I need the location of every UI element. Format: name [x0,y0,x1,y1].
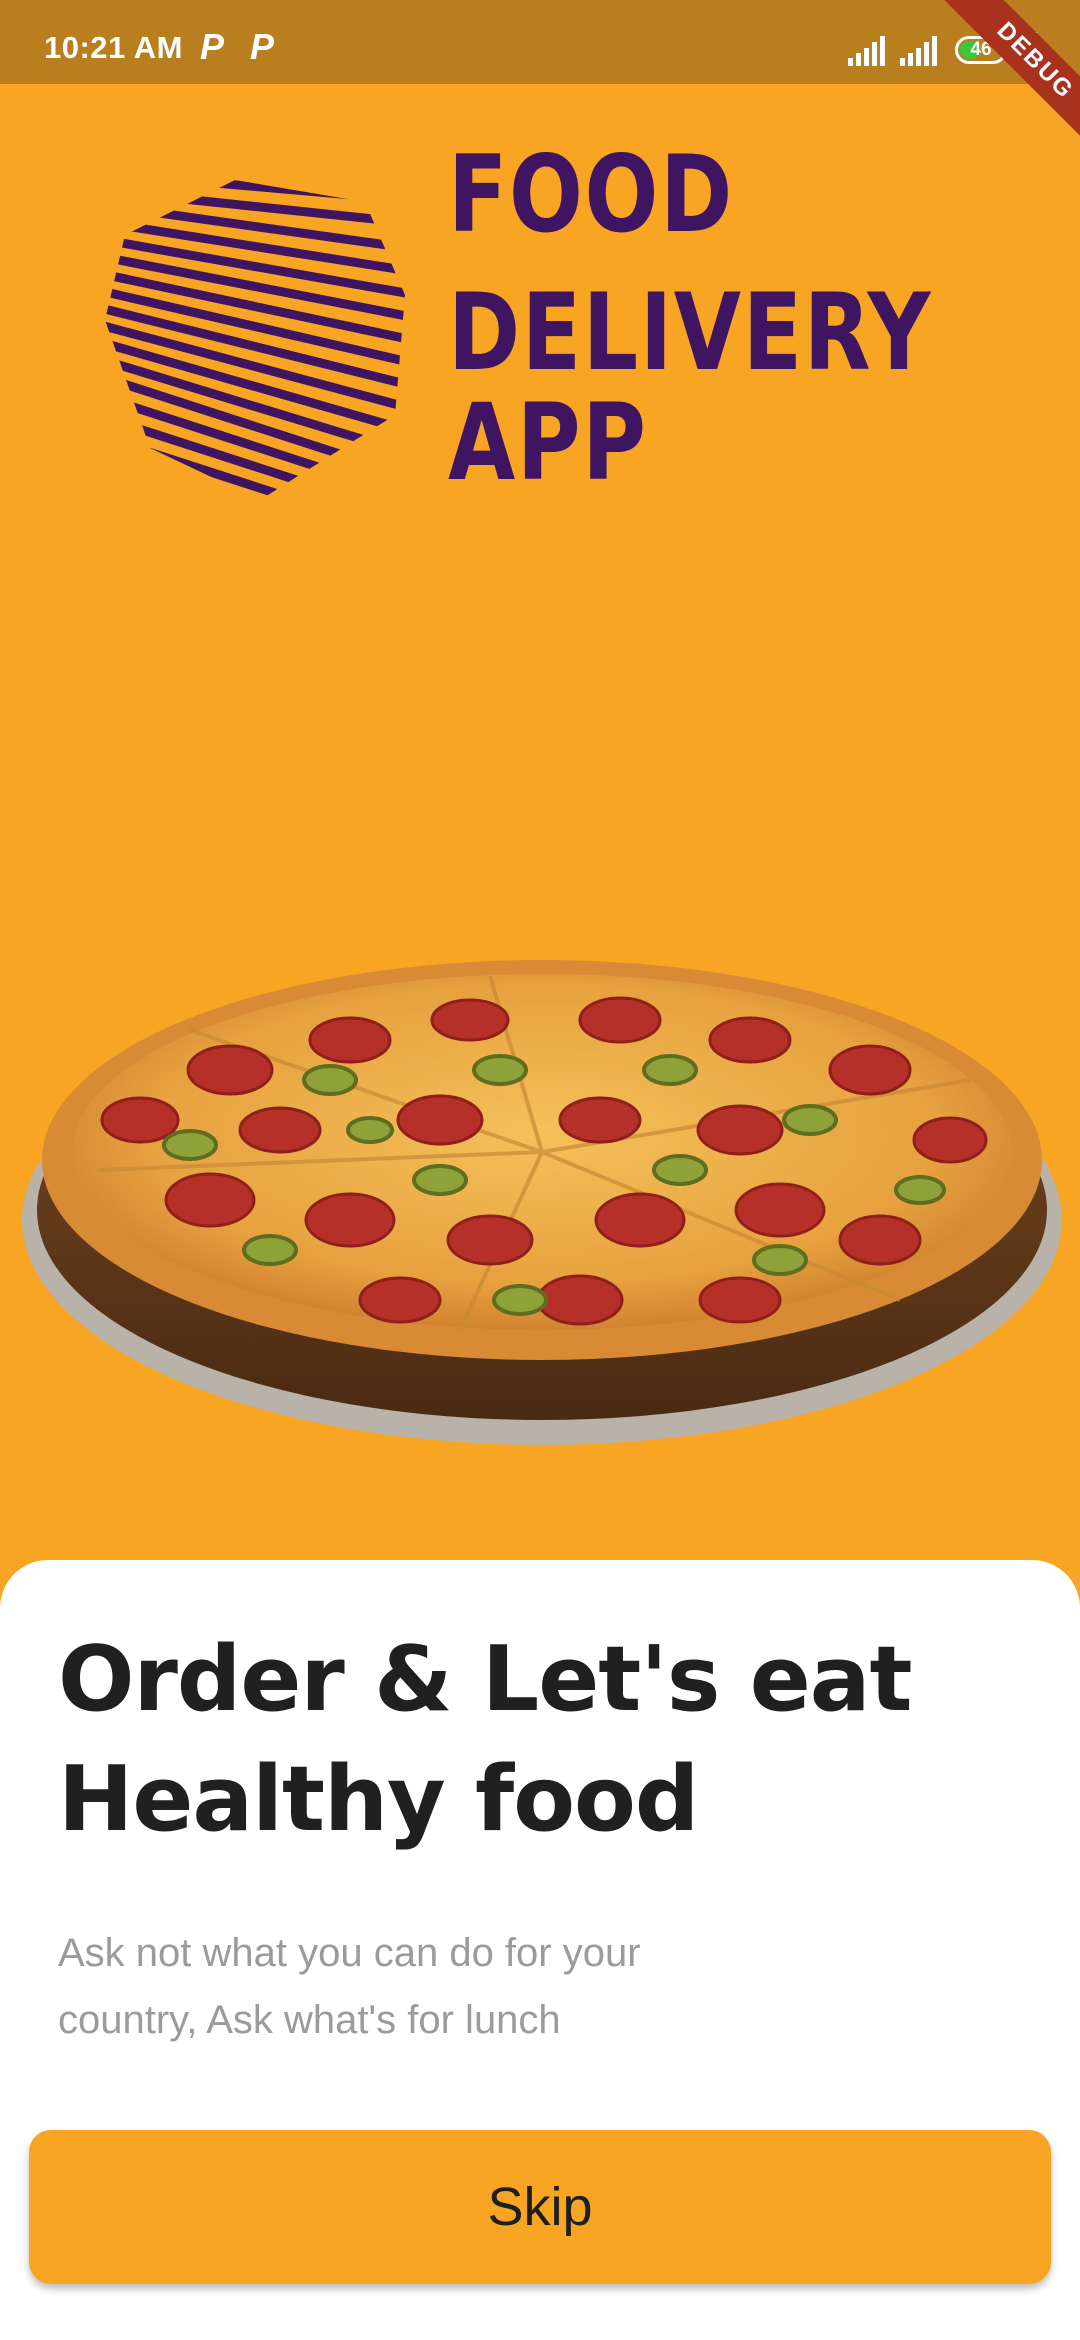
logo-mark-icon [105,180,405,500]
notification-p-icon: P [200,26,225,67]
logo-line-delivery: DELIVERY [448,271,933,394]
debug-banner: DEBUG [935,0,1080,161]
logo-wordmark: FOOD DELIVERY APP [448,140,940,498]
status-time: 10:21 AM [44,30,183,65]
logo-line-app: APP [448,381,648,504]
onboarding-sheet: Order & Let's eat Healthy food Ask not w… [0,1560,1080,2340]
onboarding-title-line1: Order & Let's eat [58,1627,913,1732]
pizza-image [22,960,1062,1445]
onboarding-title-line2: Healthy food [58,1747,699,1852]
onboarding-title: Order & Let's eat Healthy food [58,1620,1018,1860]
skip-button[interactable]: Skip [29,2130,1051,2284]
status-bar: 10:21 AM P P 46 DEBUG [0,0,1080,161]
logo-line-food: FOOD [448,133,734,256]
signal-icon [848,36,885,66]
onboarding-subtitle: Ask not what you can do for your country… [58,1931,641,2042]
notification-p-icon: P [250,26,275,67]
signal-icon [900,36,937,66]
